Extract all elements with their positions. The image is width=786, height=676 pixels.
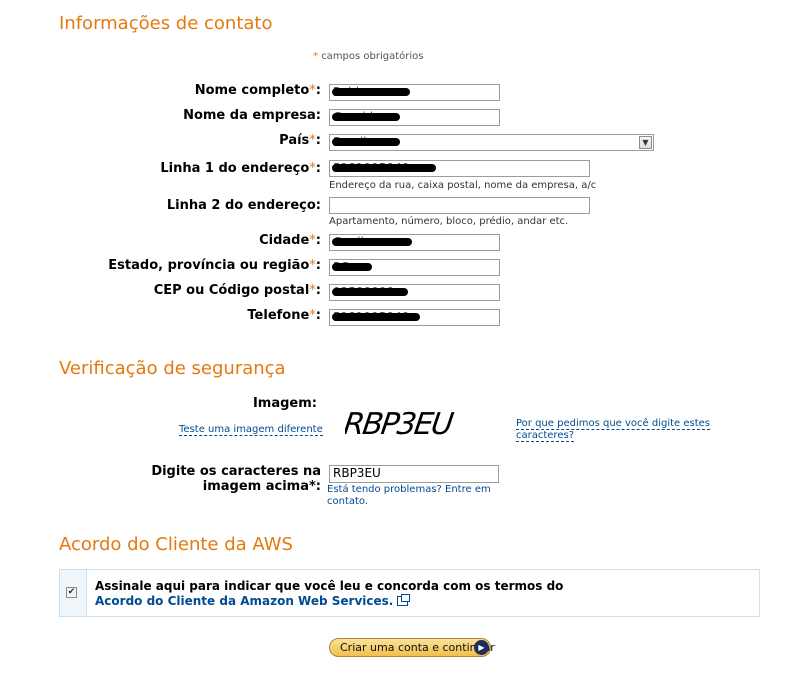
contact-support-link[interactable]: Está tendo problemas? Entre em contato. <box>327 484 491 508</box>
redaction-bar <box>332 113 400 121</box>
company-field[interactable]: Guarida <box>329 109 500 126</box>
agreement-checkbox[interactable]: ✔ <box>66 587 77 598</box>
play-arrow-icon: ▶ <box>474 640 489 655</box>
create-account-button[interactable]: Criar uma conta e continuar ▶ <box>329 638 495 657</box>
address2-field[interactable] <box>329 197 590 214</box>
checkbox-column: ✔ <box>60 570 87 616</box>
captcha-input[interactable]: RBP3EU <box>329 465 499 483</box>
customer-agreement-link[interactable]: Acordo do Cliente da Amazon Web Services… <box>95 594 411 608</box>
phone-field[interactable]: 5181995940 <box>329 309 500 326</box>
type-characters-label: Digite os caracteres na imagem acima*: <box>151 464 321 494</box>
captcha-image-label: Imagem: <box>252 396 317 411</box>
redaction-bar <box>332 88 410 96</box>
required-note: * campos obrigatórios <box>313 51 424 62</box>
zip-field[interactable]: 92500000 <box>329 284 500 301</box>
chevron-down-icon[interactable]: ▼ <box>639 136 652 149</box>
phone-label: Telefone*: <box>247 308 321 323</box>
captcha-text: RBP3EU <box>345 407 456 442</box>
redaction-bar <box>332 313 420 321</box>
address1-hint: Endereço da rua, caixa postal, nome da e… <box>329 180 597 191</box>
agreement-text: Assinale aqui para indicar que você leu … <box>95 579 564 608</box>
agreement-heading: Acordo do Cliente da AWS <box>59 534 293 555</box>
redaction-bar <box>332 164 436 172</box>
redaction-bar <box>332 288 408 296</box>
security-heading: Verificação de segurança <box>59 358 286 379</box>
redaction-bar <box>332 138 400 146</box>
agreement-box: ✔ Assinale aqui para indicar que você le… <box>59 569 760 617</box>
country-label: País*: <box>279 133 321 148</box>
city-field[interactable]: Guaiba <box>329 234 500 251</box>
contact-heading: Informações de contato <box>59 13 273 34</box>
city-label: Cidade*: <box>259 233 321 248</box>
address1-label: Linha 1 do endereço*: <box>160 161 321 176</box>
external-link-icon <box>397 594 411 606</box>
state-label: Estado, província ou região*: <box>108 258 321 273</box>
zip-label: CEP ou Código postal*: <box>153 283 321 298</box>
address2-hint: Apartamento, número, bloco, prédio, anda… <box>329 216 569 227</box>
full-name-label: Nome completo*: <box>194 83 321 98</box>
redaction-bar <box>332 263 372 271</box>
redaction-bar <box>332 238 412 246</box>
address1-field[interactable]: 5181995940 <box>329 160 590 177</box>
state-field[interactable]: RS <box>329 259 500 276</box>
try-another-image-link[interactable]: Teste uma imagem diferente <box>179 424 323 436</box>
full-name-field[interactable]: Robinson <box>329 84 500 101</box>
address2-label: Linha 2 do endereço: <box>166 198 321 213</box>
why-characters-link[interactable]: Por que pedimos que você digite estes ca… <box>516 418 711 442</box>
captcha-image: RBP3EU <box>345 407 456 442</box>
company-label: Nome da empresa: <box>183 108 321 123</box>
country-select[interactable]: Brazil ▼ <box>329 134 654 151</box>
